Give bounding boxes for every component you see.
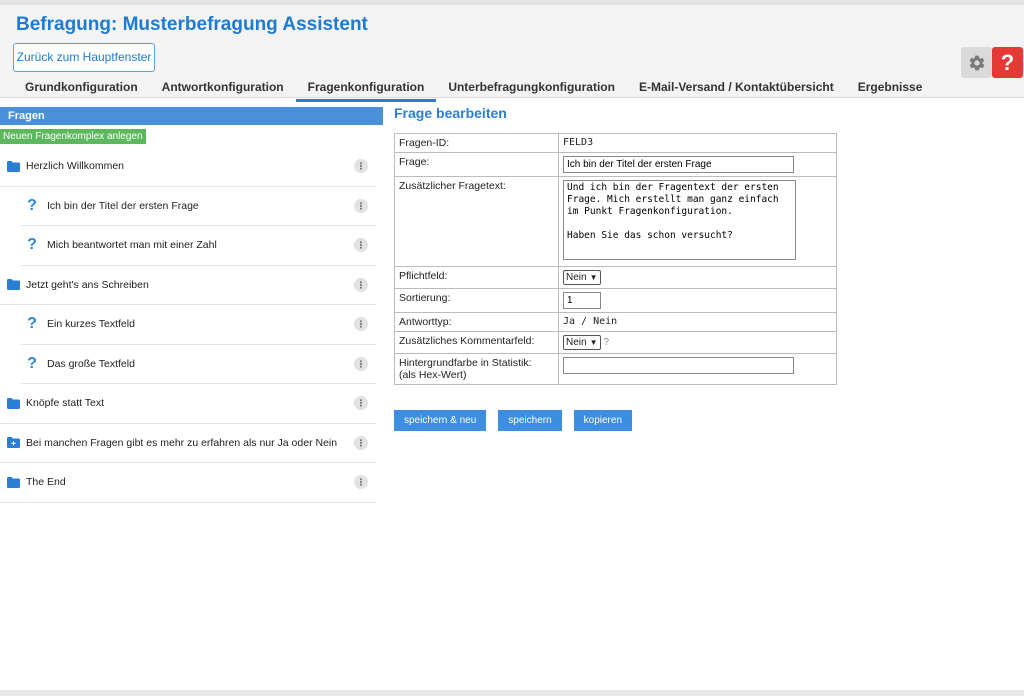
field-label: Sortierung: bbox=[394, 288, 559, 313]
tree-folder-item[interactable]: The End ⋮ bbox=[0, 463, 376, 503]
more-options-icon[interactable]: ⋮ bbox=[354, 317, 368, 331]
back-to-main-button[interactable]: Zurück zum Hauptfenster bbox=[13, 43, 155, 72]
tree-item-label: Ich bin der Titel der ersten Frage bbox=[47, 199, 199, 212]
tree-question-item[interactable]: ? Ein kurzes Textfeld ⋮ bbox=[21, 305, 376, 345]
folder-icon bbox=[6, 159, 20, 173]
question-title-input[interactable] bbox=[563, 156, 794, 173]
tab-bar: Grundkonfiguration Antwortkonfiguration … bbox=[13, 73, 934, 102]
field-label: Pflichtfeld: bbox=[394, 266, 559, 289]
tree-item-label: Herzlich Willkommen bbox=[26, 160, 125, 173]
question-form: Fragen-ID: FELD3 Frage: Zusätzlicher Fra… bbox=[394, 133, 837, 385]
tree-folder-item[interactable]: Jetzt geht's ans Schreiben ⋮ bbox=[0, 266, 376, 305]
tree-item-label: Das große Textfeld bbox=[47, 357, 135, 370]
new-question-complex-button[interactable]: Neuen Fragenkomplex anlegen bbox=[0, 129, 146, 144]
question-icon: ? bbox=[27, 354, 37, 372]
field-label: Hintergrundfarbe in Statistik: (als Hex-W… bbox=[394, 353, 559, 385]
tab-antwortkonfiguration[interactable]: Antwortkonfiguration bbox=[150, 73, 296, 102]
field-label: Zusätzlicher Fragetext: bbox=[394, 176, 559, 267]
tree-folder-item[interactable]: Knöpfe statt Text ⋮ bbox=[0, 384, 376, 424]
tree-item-label: The End bbox=[26, 476, 66, 489]
more-options-icon[interactable]: ⋮ bbox=[354, 277, 368, 292]
save-and-new-button[interactable]: speichern & neu bbox=[394, 410, 487, 431]
comment-field-select[interactable]: Nein ▼ bbox=[563, 335, 601, 350]
field-label: Antworttyp: bbox=[394, 312, 559, 332]
tree-question-item[interactable]: ? Ich bin der Titel der ersten Frage ⋮ bbox=[21, 187, 376, 226]
folder-icon bbox=[6, 278, 20, 292]
edit-question-title: Frage bearbeiten bbox=[394, 105, 507, 121]
tree-item-label: Knöpfe statt Text bbox=[26, 397, 105, 410]
more-options-icon[interactable]: ⋮ bbox=[354, 396, 368, 410]
bg-color-label: Hintergrundfarbe in Statistik: bbox=[399, 357, 532, 369]
field-label: Frage: bbox=[394, 152, 559, 177]
tab-unterbefragungkonfiguration[interactable]: Unterbefragungkonfiguration bbox=[436, 73, 627, 102]
settings-button[interactable] bbox=[961, 47, 992, 78]
tree-folder-item[interactable]: Herzlich Willkommen ⋮ bbox=[0, 147, 376, 187]
more-options-icon[interactable]: ⋮ bbox=[354, 356, 368, 371]
chevron-down-icon: ▼ bbox=[589, 273, 598, 282]
save-button[interactable]: speichern bbox=[498, 410, 562, 431]
form-actions: speichern & neu speichern kopieren bbox=[394, 410, 644, 431]
tab-ergebnisse[interactable]: Ergebnisse bbox=[846, 73, 935, 102]
folder-icon bbox=[6, 475, 20, 489]
question-icon: ? bbox=[27, 196, 37, 214]
tree-item-label: Bei manchen Fragen gibt es mehr zu erfah… bbox=[26, 436, 338, 449]
tree-item-label: Mich beantwortet man mit einer Zahl bbox=[47, 239, 217, 252]
sort-order-input[interactable] bbox=[563, 292, 601, 309]
top-bar: Befragung: Musterbefragung Assistent Zur… bbox=[0, 0, 1024, 102]
tree-item-label: Ein kurzes Textfeld bbox=[47, 318, 135, 331]
folder-plus-icon bbox=[6, 436, 20, 450]
bg-color-sublabel: (als Hex-Wert) bbox=[399, 369, 467, 381]
tree-folder-item[interactable]: Bei manchen Fragen gibt es mehr zu erfah… bbox=[0, 424, 376, 463]
tree-question-item[interactable]: ? Mich beantwortet man mit einer Zahl ⋮ bbox=[21, 226, 376, 266]
tab-email-versand[interactable]: E-Mail-Versand / Kontaktübersicht bbox=[627, 73, 846, 102]
help-button[interactable]: ? bbox=[992, 47, 1023, 78]
questions-panel-header: Fragen bbox=[0, 107, 383, 125]
comment-select-value: Nein bbox=[566, 337, 587, 348]
tab-grundkonfiguration[interactable]: Grundkonfiguration bbox=[13, 73, 150, 102]
more-options-icon[interactable]: ⋮ bbox=[354, 198, 368, 213]
answer-type-value: Ja / Nein bbox=[558, 312, 837, 332]
gear-icon bbox=[969, 55, 984, 70]
bg-color-input[interactable] bbox=[563, 357, 794, 374]
questions-panel: Fragen Neuen Fragenkomplex anlegen bbox=[0, 107, 383, 144]
field-label: Fragen-ID: bbox=[394, 133, 559, 153]
question-id-value: FELD3 bbox=[558, 133, 837, 153]
question-icon: ? bbox=[27, 236, 37, 254]
tree-question-item[interactable]: ? Das große Textfeld ⋮ bbox=[21, 345, 376, 384]
more-options-icon[interactable]: ⋮ bbox=[354, 159, 368, 173]
help-icon: ? bbox=[1000, 49, 1015, 75]
more-options-icon[interactable]: ⋮ bbox=[354, 475, 368, 489]
bottom-border bbox=[0, 690, 1024, 696]
help-hint-icon[interactable]: ? bbox=[604, 337, 610, 348]
extra-question-text-area[interactable]: Und ich bin der Fragentext der ersten Fr… bbox=[563, 180, 796, 260]
folder-icon bbox=[6, 396, 20, 410]
tab-fragenkonfiguration[interactable]: Fragenkonfiguration bbox=[295, 73, 437, 102]
page-title: Befragung: Musterbefragung Assistent bbox=[16, 14, 368, 35]
question-icon: ? bbox=[27, 315, 37, 333]
question-tree: Herzlich Willkommen ⋮ ? Ich bin der Tite… bbox=[0, 147, 376, 503]
field-label: Zusätzliches Kommentarfeld: bbox=[394, 331, 559, 354]
copy-button[interactable]: kopieren bbox=[573, 410, 632, 431]
required-select[interactable]: Nein ▼ bbox=[563, 270, 601, 285]
more-options-icon[interactable]: ⋮ bbox=[354, 435, 368, 450]
tree-item-label: Jetzt geht's ans Schreiben bbox=[26, 278, 149, 291]
required-select-value: Nein bbox=[566, 272, 587, 283]
chevron-down-icon: ▼ bbox=[589, 338, 598, 347]
more-options-icon[interactable]: ⋮ bbox=[354, 238, 368, 252]
